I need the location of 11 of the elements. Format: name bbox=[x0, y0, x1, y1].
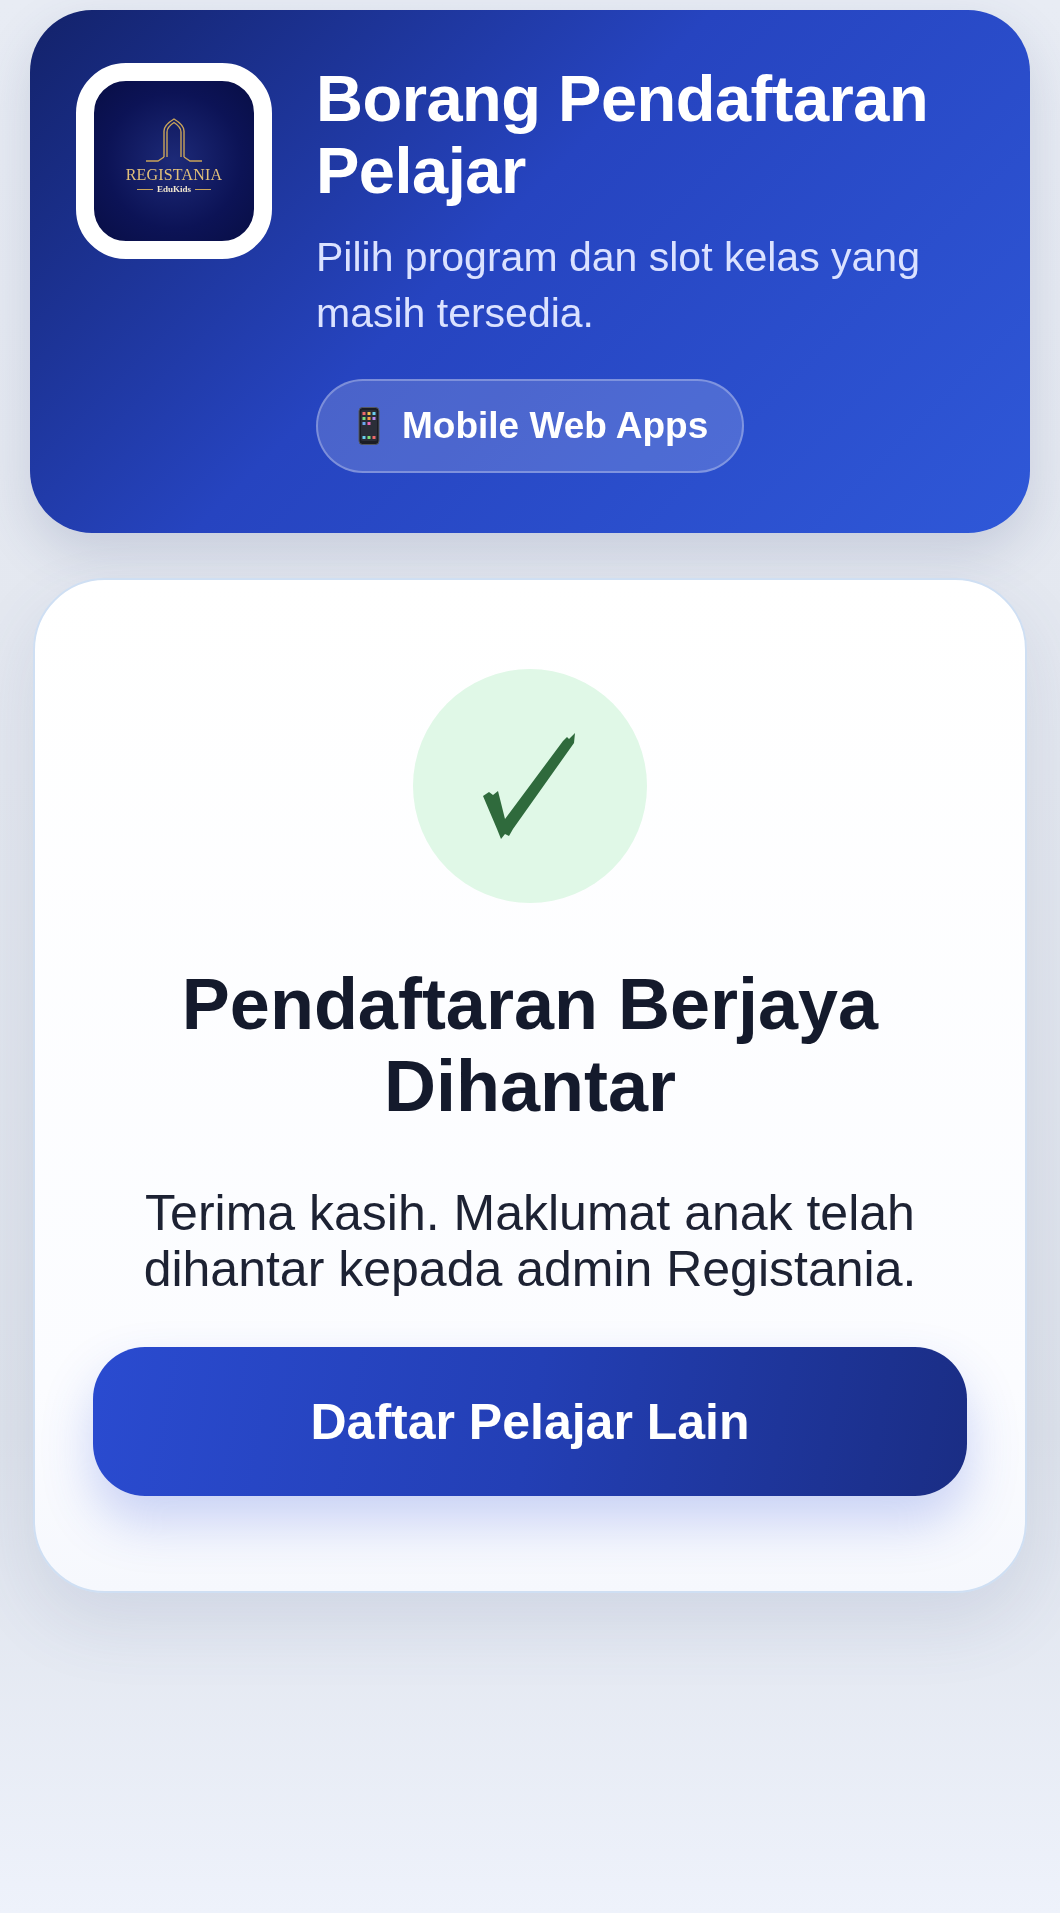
register-another-button[interactable]: Daftar Pelajar Lain bbox=[93, 1347, 967, 1496]
platform-label: Mobile Web Apps bbox=[402, 405, 709, 447]
success-check-icon bbox=[413, 669, 647, 903]
result-message: Terima kasih. Maklumat anak telah dihantar kepada admin Registania. bbox=[142, 1185, 918, 1297]
arch-icon bbox=[144, 117, 204, 165]
logo-tagline: EduKids bbox=[157, 184, 191, 195]
page-subtitle: Pilih program dan slot kelas yang masih tersedia. bbox=[316, 233, 921, 338]
result-title: Pendaftaran Berjaya Dihantar bbox=[180, 963, 880, 1127]
mobile-phone-icon bbox=[358, 407, 380, 445]
page-title: Borang Pendaftaran Pelajar bbox=[316, 63, 930, 207]
logo-wordmark: REGISTANIA bbox=[125, 166, 223, 184]
